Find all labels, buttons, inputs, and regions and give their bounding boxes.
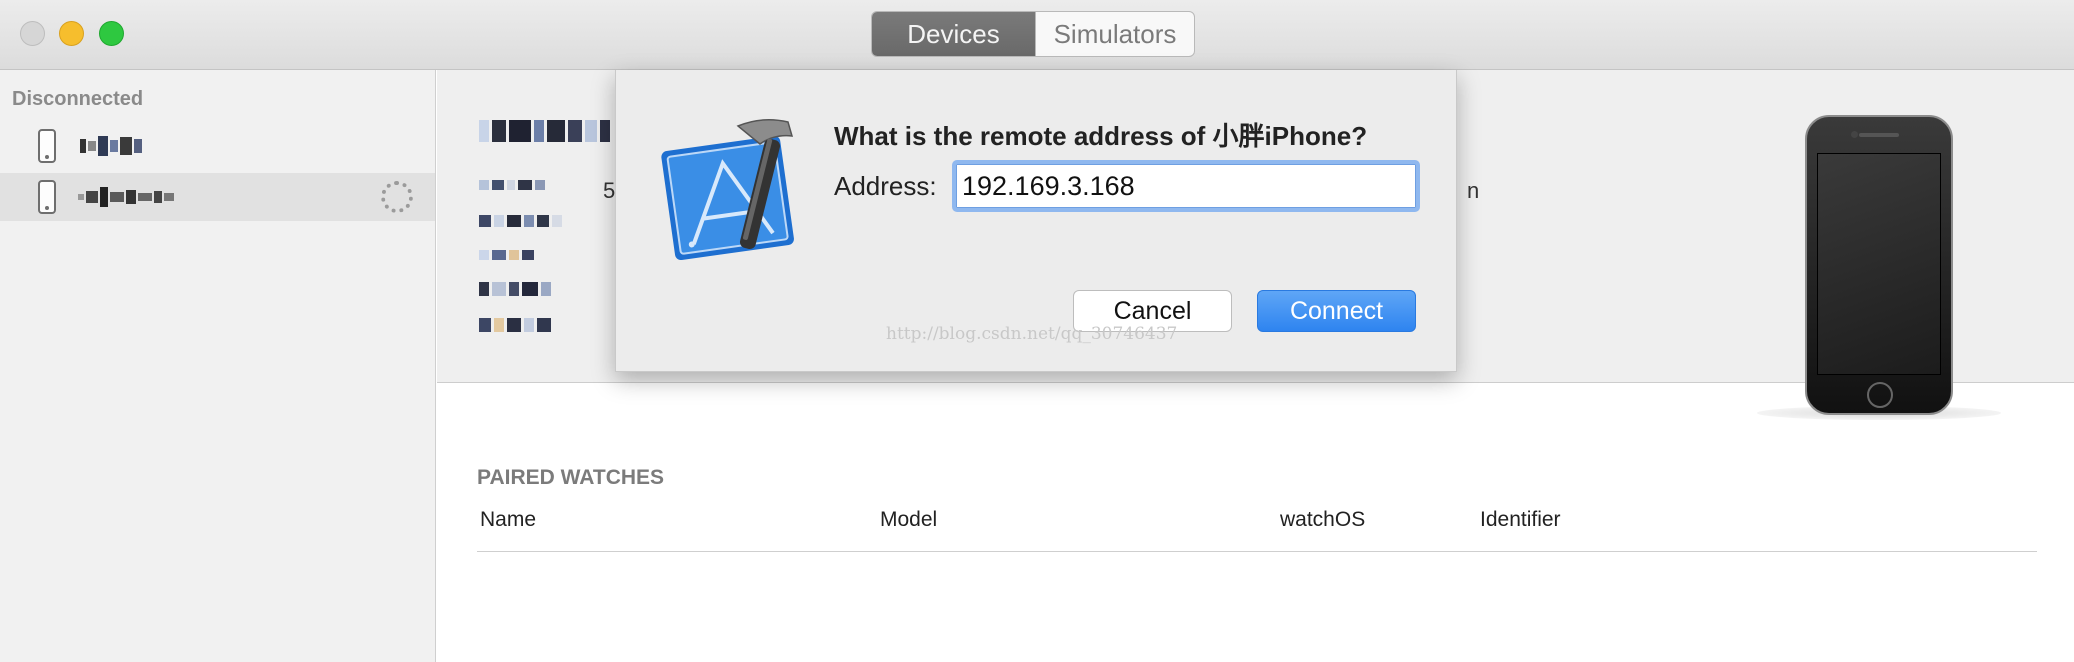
remote-address-input[interactable] [952,160,1420,212]
remote-address-dialog: What is the remote address of 小胖iPhone? … [615,70,1457,372]
connect-button[interactable]: Connect [1257,290,1416,332]
tab-devices[interactable]: Devices [872,12,1035,56]
column-header-model[interactable]: Model [880,508,937,532]
close-window-button[interactable] [20,21,45,46]
redacted-info-line [479,282,551,296]
redacted-device-name [80,136,142,156]
column-header-identifier[interactable]: Identifier [1480,508,1561,532]
zoom-window-button[interactable] [99,21,124,46]
redacted-info-line [479,180,545,190]
device-screen [1817,153,1941,375]
redacted-info-line [479,318,551,332]
table-header-divider [477,551,2037,552]
speaker-slot [1859,133,1899,137]
window-titlebar: Devices Simulators [0,0,2074,70]
spinner-icon [381,181,413,213]
sidebar-device-item[interactable] [0,122,435,170]
camera-dot [1851,131,1858,138]
device-image [1805,115,1953,415]
home-button-icon [1867,382,1893,408]
dialog-title: What is the remote address of 小胖iPhone? [834,121,1368,151]
redacted-device-name [78,187,174,207]
column-header-name[interactable]: Name [480,508,536,532]
redacted-device-title [479,120,610,142]
stray-glyph-n: n [1467,178,1480,203]
xcode-app-icon [661,119,794,260]
sidebar-section-header: Disconnected [12,88,144,110]
iphone-icon [38,129,56,163]
watermark-text: http://blog.csdn.net/qq_30746437 [886,324,1178,344]
iphone-icon [38,180,56,214]
tab-simulators[interactable]: Simulators [1035,12,1194,56]
minimize-window-button[interactable] [59,21,84,46]
column-header-watchos[interactable]: watchOS [1280,508,1365,532]
paired-watches-title: PAIRED WATCHES [477,466,665,489]
address-label: Address: [834,171,937,201]
stray-glyph-5: 5 [603,178,616,203]
device-sidebar: Disconnected [0,70,436,662]
redacted-info-line [479,215,562,227]
sidebar-device-item-selected[interactable] [0,173,435,221]
redacted-info-line [479,250,534,260]
devices-simulators-segmented-control: Devices Simulators [871,11,1195,57]
